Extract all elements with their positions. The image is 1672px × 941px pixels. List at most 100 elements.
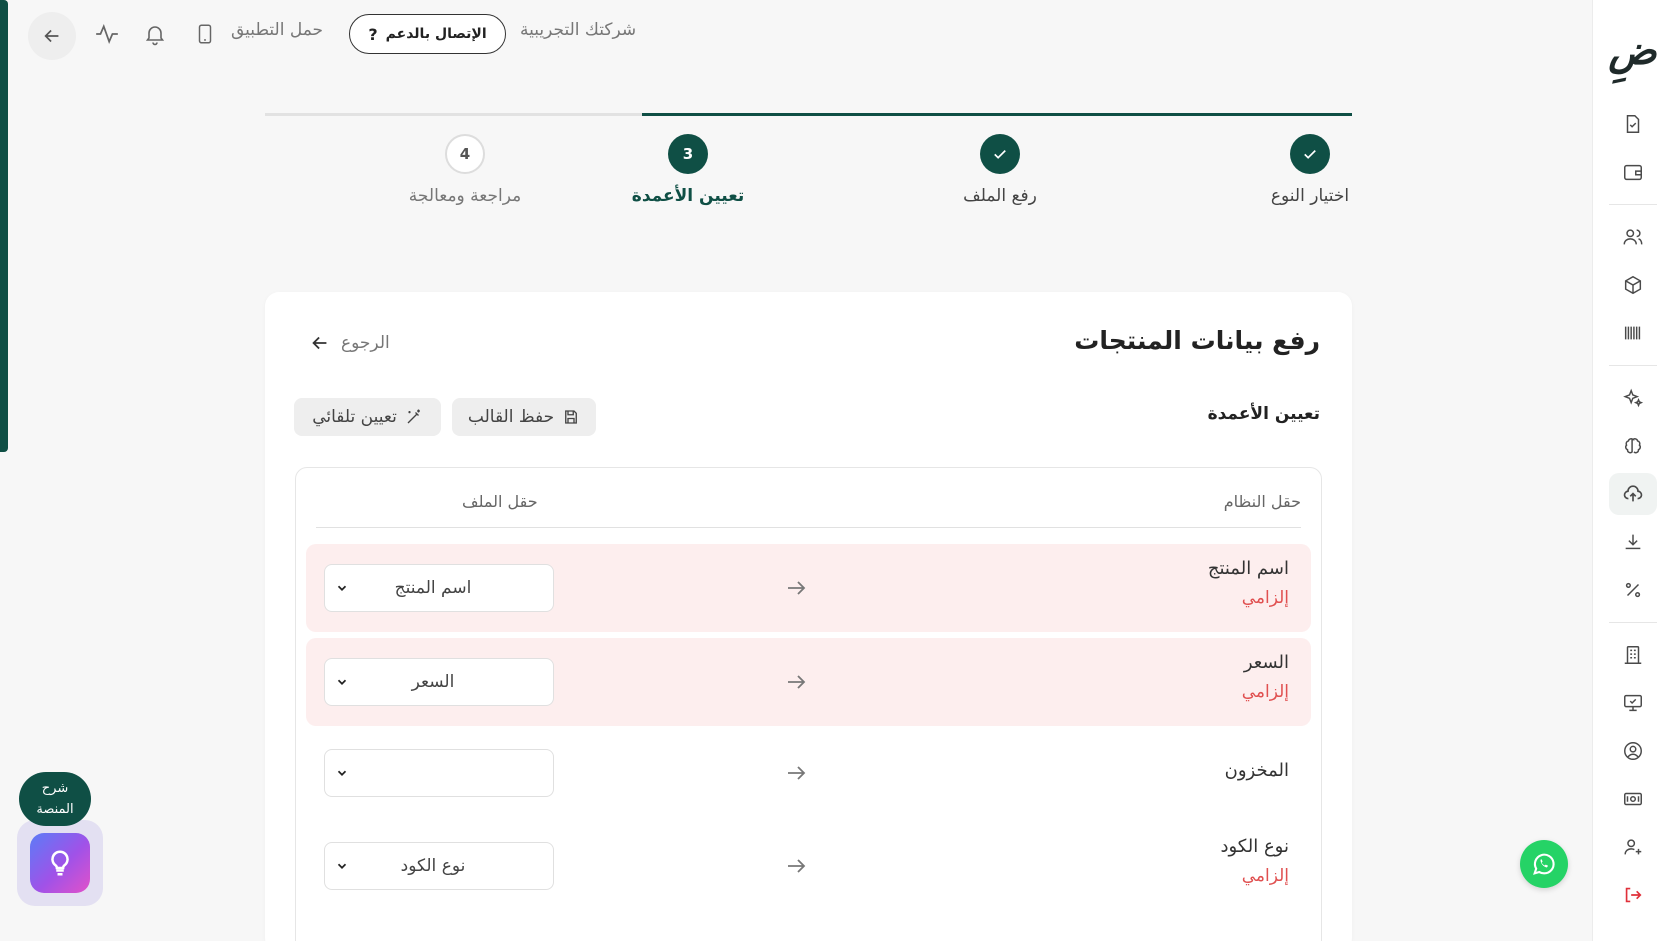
- required-tag: إلزامي: [1241, 866, 1289, 886]
- phone-icon: [198, 24, 212, 44]
- sidebar-item-profile[interactable]: [1609, 730, 1657, 772]
- sidebar-item-brain[interactable]: [1609, 425, 1657, 467]
- stepper-progress: [642, 113, 1352, 116]
- step-number: 4: [445, 134, 485, 174]
- file-field-select[interactable]: نوع الكود: [324, 842, 554, 890]
- file-field-select[interactable]: السعر: [324, 658, 554, 706]
- user-circle-icon: [1623, 742, 1642, 760]
- select-value: اسم المنتج: [394, 578, 472, 598]
- activity-icon: [96, 24, 118, 44]
- mapping-row: السعر إلزامي السعر: [306, 638, 1311, 726]
- top-bar: حمل التطبيق الإتصال بالدعم ? شركتك التجر…: [0, 0, 1592, 70]
- sidebar-item-payments[interactable]: [1609, 778, 1657, 820]
- support-button[interactable]: الإتصال بالدعم ?: [349, 14, 506, 54]
- required-tag: إلزامي: [1241, 682, 1289, 702]
- header-file-field: حقل الملف: [462, 492, 538, 511]
- save-template-button[interactable]: حفظ القالب: [452, 398, 596, 436]
- arrow-left-icon: [44, 29, 59, 43]
- question-icon: ?: [368, 24, 378, 44]
- file-field-select[interactable]: اسم المنتج: [324, 564, 554, 612]
- monitor-icon: [1623, 694, 1642, 712]
- sidebar-item-pos[interactable]: [1609, 682, 1657, 724]
- support-label: الإتصال بالدعم: [385, 26, 487, 42]
- stepper: اختيار النوع رفع الملف 3 تعيين الأعمدة 4…: [265, 110, 1352, 220]
- wallet-icon: [1623, 164, 1642, 181]
- chevron-down-icon: [337, 770, 347, 776]
- step-upload-file[interactable]: رفع الملف: [900, 134, 1100, 206]
- step-label: مراجعة ومعالجة: [408, 186, 522, 206]
- check-icon: [980, 134, 1020, 174]
- arrow-left-icon: [312, 336, 327, 350]
- sidebar-item-barcodes[interactable]: [1609, 312, 1657, 354]
- sidebar-item-add-user[interactable]: [1609, 826, 1657, 868]
- mapping-row: اسم المنتج إلزامي اسم المنتج: [306, 544, 1311, 632]
- header-system-field: حقل النظام: [1223, 492, 1301, 511]
- box-icon: [1624, 275, 1641, 295]
- sidebar-item-upload[interactable]: [1608, 473, 1657, 515]
- chevron-down-icon: [337, 679, 347, 685]
- step-map-columns[interactable]: 3 تعيين الأعمدة: [588, 134, 788, 206]
- arrow-right-icon: [788, 581, 806, 595]
- step-review[interactable]: 4 مراجعة ومعالجة: [365, 134, 565, 206]
- sidebar-item-wallet[interactable]: [1609, 151, 1657, 193]
- percent-icon: [1625, 582, 1640, 598]
- bell-icon: [145, 26, 165, 46]
- back-link[interactable]: الرجوع: [309, 332, 390, 354]
- section-title: تعيين الأعمدة: [1207, 404, 1320, 424]
- sparkles-icon: [1622, 388, 1643, 408]
- arrow-right-icon: [788, 859, 806, 873]
- mapping-row: نوع الكود إلزامي نوع الكود: [306, 820, 1311, 912]
- arrow-right-icon: [788, 675, 806, 689]
- required-tag: إلزامي: [1241, 588, 1289, 608]
- save-icon: [565, 410, 578, 424]
- brain-icon: [1624, 438, 1641, 454]
- magic-wand-icon: [407, 409, 420, 424]
- sidebar-item-download[interactable]: [1609, 521, 1657, 563]
- barcode-icon: [1624, 326, 1640, 340]
- brand-logo[interactable]: ضِ: [1608, 0, 1656, 100]
- cloud-upload-icon: [1623, 485, 1642, 502]
- system-field-name: اسم المنتج: [1207, 558, 1289, 579]
- platform-guide-tag[interactable]: شرح المنصة: [19, 772, 91, 826]
- sidebar-item-customers[interactable]: [1609, 216, 1657, 258]
- sidebar-divider: [1608, 365, 1657, 366]
- step-label: اختيار النوع: [1270, 186, 1350, 206]
- logout-icon: [1625, 887, 1642, 903]
- sidebar-item-discounts[interactable]: [1609, 569, 1657, 611]
- mapping-row: المخزون: [306, 732, 1311, 814]
- check-icon: [1290, 134, 1330, 174]
- step-choose-type[interactable]: اختيار النوع: [1210, 134, 1410, 206]
- sidebar-item-ai[interactable]: [1609, 377, 1657, 419]
- back-button[interactable]: [28, 12, 76, 60]
- system-field-name: نوع الكود: [1220, 836, 1289, 857]
- sidebar-divider: [1608, 622, 1657, 623]
- select-value: السعر: [411, 672, 455, 692]
- app-root: ضِ حمل التطبيق الإتصال بالدعم ? شركتك ال…: [0, 0, 1672, 941]
- cash-icon: [1623, 792, 1642, 806]
- users-icon: [1623, 229, 1642, 245]
- building-icon: [1624, 646, 1641, 664]
- sidebar-item-company[interactable]: [1609, 634, 1657, 676]
- sidebar-item-products[interactable]: [1609, 264, 1657, 306]
- arrow-right-icon: [788, 766, 806, 780]
- auto-assign-label: تعيين تلقائي: [312, 407, 397, 427]
- notifications-button[interactable]: [139, 18, 171, 50]
- file-field-select[interactable]: [324, 749, 554, 797]
- page-title: رفع بيانات المنتجات: [1074, 326, 1320, 355]
- file-check-icon: [1626, 115, 1639, 133]
- lightbulb-icon: [30, 833, 90, 893]
- whatsapp-button[interactable]: [1520, 840, 1568, 888]
- column-mapping-table: حقل النظام حقل الملف اسم المنتج إلزامي ا…: [295, 467, 1322, 941]
- sidebar: ضِ: [1592, 0, 1672, 941]
- system-field-name: المخزون: [1224, 760, 1289, 781]
- sidebar-item-logout[interactable]: [1609, 874, 1657, 916]
- download-app-button[interactable]: [189, 18, 221, 50]
- user-plus-icon: [1623, 839, 1641, 855]
- download-app-link[interactable]: حمل التطبيق: [231, 20, 323, 40]
- auto-assign-button[interactable]: تعيين تلقائي: [294, 398, 441, 436]
- company-name[interactable]: شركتك التجريبية: [520, 20, 636, 40]
- activity-button[interactable]: [91, 18, 123, 50]
- platform-guide-button[interactable]: [17, 820, 103, 906]
- sidebar-item-orders[interactable]: [1609, 103, 1657, 145]
- chevron-down-icon: [337, 863, 347, 869]
